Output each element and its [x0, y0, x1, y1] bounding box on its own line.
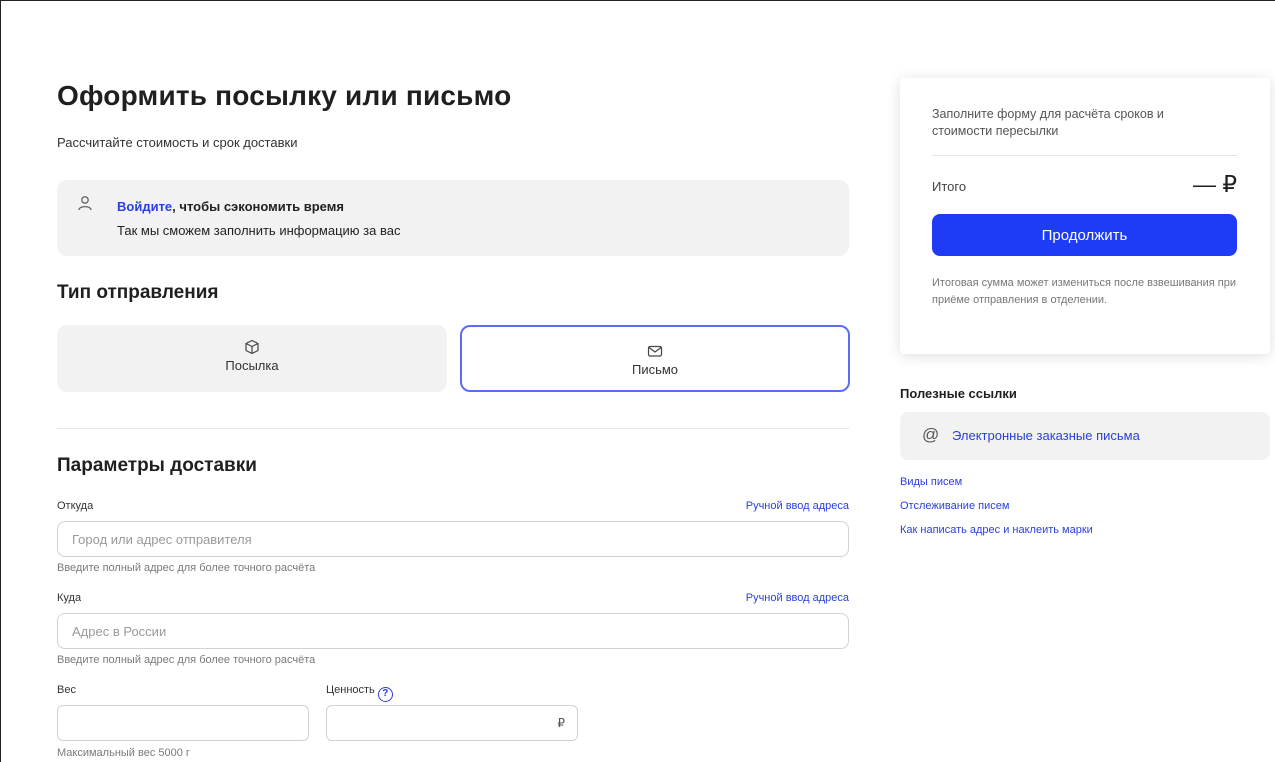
login-link[interactable]: Войдите: [117, 199, 172, 214]
to-address-input[interactable]: [57, 613, 849, 649]
delivery-params-title: Параметры доставки: [57, 455, 257, 476]
envelope-icon: [647, 345, 663, 357]
shipment-type-title: Тип отправления: [57, 282, 219, 303]
weight-label: Вес: [57, 684, 76, 696]
summary-card: Заполните форму для расчёта сроков и сто…: [900, 78, 1270, 354]
total-label: Итого: [932, 179, 967, 194]
box-icon: [245, 339, 259, 355]
price-disclaimer: Итоговая сумма может измениться после вз…: [932, 277, 1237, 306]
weight-input[interactable]: [57, 705, 309, 741]
continue-button[interactable]: Продолжить: [932, 214, 1237, 256]
shipment-type-letter[interactable]: Письмо: [460, 325, 850, 392]
login-prompt: Войдите, чтобы сэкономить время: [117, 199, 344, 214]
from-label: Откуда: [57, 500, 94, 512]
login-description: Так мы сможем заполнить информацию за ва…: [117, 223, 401, 238]
to-label: Куда: [57, 592, 82, 604]
declared-value-input[interactable]: ₽: [326, 705, 578, 741]
address-stamps-link[interactable]: Как написать адрес и наклеить марки: [900, 524, 1093, 536]
total-value: — ₽: [1192, 171, 1237, 197]
ruble-suffix: ₽: [557, 716, 565, 730]
shipment-type-parcel-label: Посылка: [225, 358, 279, 373]
login-banner: Войдите, чтобы сэкономить время Так мы с…: [57, 180, 849, 256]
electronic-letters-link[interactable]: Электронные заказные письма: [952, 428, 1140, 443]
help-icon[interactable]: ?: [377, 687, 393, 702]
from-manual-address-link[interactable]: Ручной ввод адреса: [746, 500, 849, 512]
frame-top-border: [0, 0, 1275, 1]
letter-tracking-link[interactable]: Отслеживание писем: [900, 500, 1009, 512]
declared-value-label: Ценность: [326, 684, 375, 696]
section-divider: [57, 428, 849, 429]
from-address-hint: Введите полный адрес для более точного р…: [57, 562, 316, 574]
at-icon: @: [922, 425, 940, 444]
shipment-type-letter-label: Письмо: [631, 362, 679, 377]
page-title: Оформить посылку или письмо: [57, 80, 512, 111]
user-icon: [78, 196, 92, 211]
useful-link-featured[interactable]: @ Электронные заказные письма: [900, 412, 1270, 460]
from-address-input[interactable]: [57, 521, 849, 557]
summary-note: Заполните форму для расчёта сроков и сто…: [932, 107, 1164, 138]
summary-divider: [932, 155, 1237, 156]
to-address-hint: Введите полный адрес для более точного р…: [57, 654, 316, 666]
declared-value-label-wrap: Ценность?: [326, 684, 393, 702]
shipment-type-parcel[interactable]: Посылка: [57, 325, 447, 392]
page-subtitle: Рассчитайте стоимость и срок доставки: [57, 135, 298, 150]
frame-left-border: [0, 0, 1, 762]
useful-links-title: Полезные ссылки: [900, 386, 1017, 401]
weight-hint: Максимальный вес 5000 г: [57, 747, 190, 759]
letter-types-link[interactable]: Виды писем: [900, 476, 962, 488]
to-manual-address-link[interactable]: Ручной ввод адреса: [746, 592, 849, 604]
login-prompt-text: , чтобы сэкономить время: [172, 199, 344, 214]
